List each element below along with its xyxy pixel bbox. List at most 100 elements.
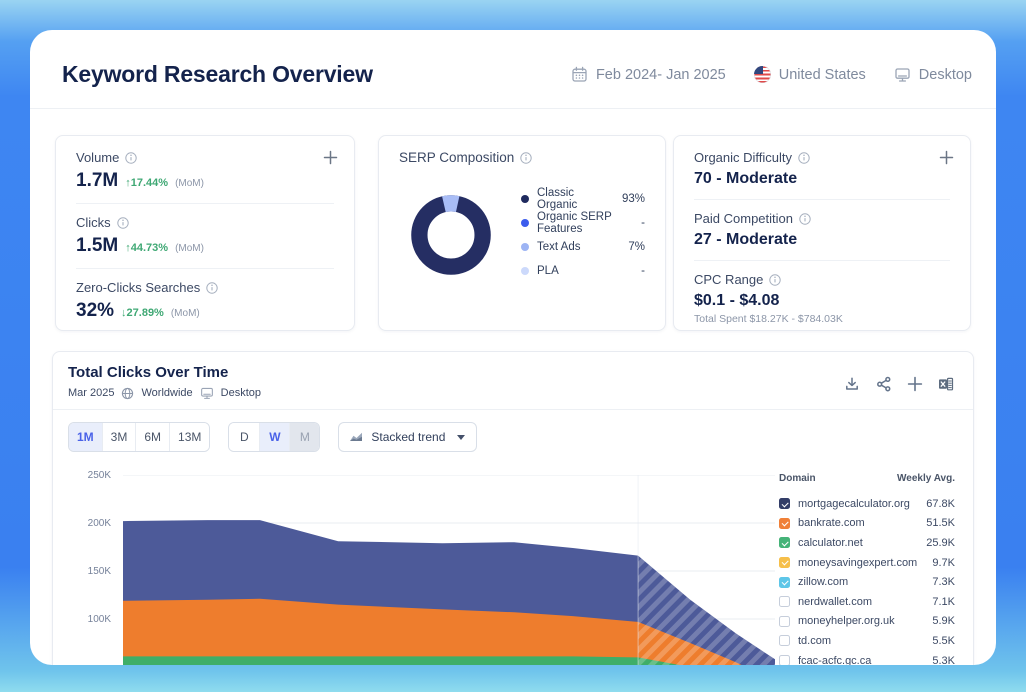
total-spent-note: Total Spent $18.27K - $784.03K	[694, 313, 950, 325]
metric-paid-competition: Paid Competition 27 - Moderate	[694, 211, 950, 249]
range-6m-button[interactable]: 6M	[135, 423, 169, 451]
device-filter[interactable]: Desktop	[894, 66, 972, 83]
metric-label: CPC Range	[694, 272, 763, 287]
metric-change: ↑17.44%	[125, 177, 168, 189]
weekly-avg-value: 7.3K	[932, 576, 955, 588]
weekly-avg-value: 67.8K	[926, 498, 955, 510]
weekly-avg-value: 25.9K	[926, 537, 955, 549]
legend-dot	[521, 267, 529, 275]
serp-legend-item[interactable]: Classic Organic 93%	[521, 187, 645, 211]
divider	[76, 268, 334, 269]
table-row[interactable]: mortgagecalculator.org 67.8K	[779, 494, 955, 514]
range-13m-button[interactable]: 13M	[169, 423, 209, 451]
metric-change: ↑44.73%	[125, 242, 168, 254]
table-row[interactable]: moneyhelper.org.uk 5.9K	[779, 612, 955, 632]
device-label: Desktop	[919, 67, 972, 83]
metric-cpc-range: CPC Range $0.1 - $4.08 Total Spent $18.2…	[694, 272, 950, 325]
info-icon[interactable]	[206, 282, 218, 294]
metric-zero-clicks: Zero-Clicks Searches 32% ↓27.89% (MoM)	[76, 280, 334, 322]
domain-checkbox[interactable]	[779, 537, 790, 548]
info-icon[interactable]	[769, 274, 781, 286]
info-icon[interactable]	[799, 213, 811, 225]
domain-label: bankrate.com	[798, 517, 865, 529]
table-row[interactable]: td.com 5.5K	[779, 631, 955, 651]
chart-device: Desktop	[221, 387, 261, 399]
export-excel-button[interactable]	[937, 375, 955, 393]
serp-legend-item[interactable]: Text Ads 7%	[521, 235, 645, 259]
legend-value: -	[641, 265, 645, 277]
serp-legend-item[interactable]: Organic SERP Features -	[521, 211, 645, 235]
info-icon[interactable]	[520, 152, 532, 164]
domain-checkbox[interactable]	[779, 635, 790, 646]
metric-label: Clicks	[76, 215, 111, 230]
granularity-month-button: M	[289, 423, 319, 451]
domain-checkbox[interactable]	[779, 557, 790, 568]
y-axis-tick: 250K	[65, 470, 111, 481]
download-icon	[843, 375, 861, 393]
domains-legend-table: Domain Weekly Avg. mortgagecalculator.or…	[775, 462, 973, 665]
legend-value: -	[641, 217, 645, 229]
legend-table-header: Domain Weekly Avg.	[779, 473, 955, 484]
info-icon[interactable]	[117, 217, 129, 229]
domain-label: nerdwallet.com	[798, 596, 872, 608]
plus-icon	[939, 150, 954, 165]
legend-dot	[521, 219, 529, 227]
weekly-avg-value: 5.3K	[932, 655, 955, 665]
y-axis-tick: 150K	[65, 566, 111, 577]
summary-cards-row: Volume 1.7M ↑17.44% (MoM) Clicks 1	[30, 109, 996, 331]
plus-icon	[323, 150, 338, 165]
info-icon[interactable]	[798, 152, 810, 164]
excel-icon	[937, 375, 955, 393]
serp-legend: Classic Organic 93% Organic SERP Feature…	[521, 187, 645, 283]
domain-checkbox[interactable]	[779, 498, 790, 509]
serp-legend-item[interactable]: PLA -	[521, 259, 645, 283]
plus-icon	[907, 376, 923, 392]
metric-period: (MoM)	[175, 178, 204, 189]
granularity-day-button[interactable]: D	[229, 423, 259, 451]
table-row[interactable]: calculator.net 25.9K	[779, 533, 955, 553]
table-row[interactable]: fcac-acfc.gc.ca 5.3K	[779, 651, 955, 665]
table-row[interactable]: moneysavingexpert.com 9.7K	[779, 553, 955, 573]
date-range-filter[interactable]: Feb 2024- Jan 2025	[571, 66, 726, 83]
chevron-down-icon	[457, 435, 465, 440]
stacked-area-chart[interactable]	[123, 475, 775, 665]
domain-checkbox[interactable]	[779, 655, 790, 665]
metric-period: (MoM)	[171, 308, 200, 319]
domain-checkbox[interactable]	[779, 596, 790, 607]
metrics-card: Volume 1.7M ↑17.44% (MoM) Clicks 1	[55, 135, 355, 331]
divider	[694, 260, 950, 261]
metric-value: 1.5M	[76, 235, 118, 257]
table-row[interactable]: bankrate.com 51.5K	[779, 514, 955, 534]
table-row[interactable]: zillow.com 7.3K	[779, 572, 955, 592]
domain-label: calculator.net	[798, 537, 863, 549]
legend-label: Organic SERP Features	[537, 211, 633, 235]
monitor-icon	[894, 66, 911, 83]
range-3m-button[interactable]: 3M	[102, 423, 136, 451]
chart-title: Total Clicks Over Time	[68, 364, 261, 381]
chart-type-dropdown[interactable]: Stacked trend	[338, 422, 477, 452]
chart-card-header: Total Clicks Over Time Mar 2025 Worldwid…	[53, 352, 973, 409]
add-chart-button[interactable]	[907, 376, 923, 392]
metric-change: ↓27.89%	[121, 307, 164, 319]
chart-date: Mar 2025	[68, 387, 114, 399]
add-to-list-button[interactable]	[939, 150, 954, 165]
domain-checkbox[interactable]	[779, 577, 790, 588]
range-1m-button[interactable]: 1M	[69, 423, 102, 451]
info-icon[interactable]	[125, 152, 137, 164]
legend-value: 93%	[622, 193, 645, 205]
domain-checkbox[interactable]	[779, 616, 790, 627]
share-button[interactable]	[875, 375, 893, 393]
domain-label: moneysavingexpert.com	[798, 557, 917, 569]
download-button[interactable]	[843, 375, 861, 393]
domain-label: mortgagecalculator.org	[798, 498, 910, 510]
chart-zone: 250K 200K 150K 100K	[53, 462, 973, 665]
table-row[interactable]: nerdwallet.com 7.1K	[779, 592, 955, 612]
country-filter[interactable]: United States	[754, 66, 866, 83]
serp-donut-chart[interactable]	[405, 189, 497, 281]
domain-checkbox[interactable]	[779, 518, 790, 529]
add-to-list-button[interactable]	[323, 150, 338, 165]
granularity-week-button[interactable]: W	[259, 423, 289, 451]
metric-value: 32%	[76, 300, 114, 322]
metric-volume: Volume 1.7M ↑17.44% (MoM)	[76, 150, 334, 192]
chart-plot-area[interactable]	[123, 462, 775, 665]
